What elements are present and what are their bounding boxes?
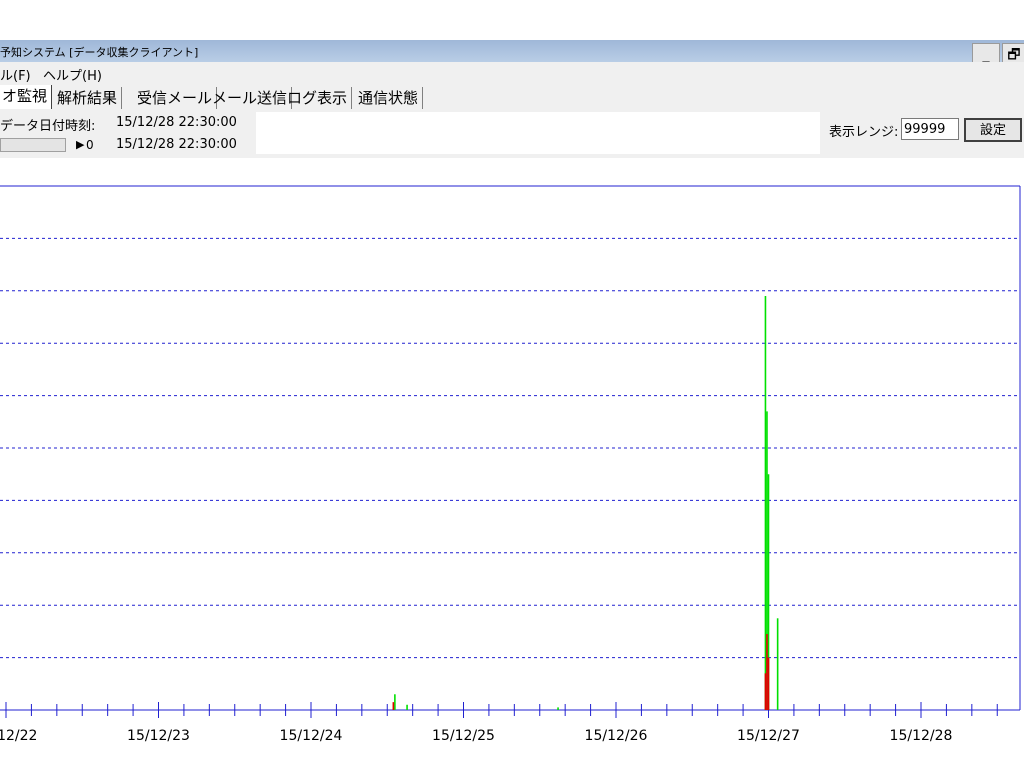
window-title: 予知システム [データ収集クライアント] bbox=[0, 46, 199, 59]
chart-layer: 15/12/22 15/12/23 15/12/24 15/12/25 15/12/26… bbox=[0, 185, 1021, 744]
tab-log-view[interactable]: ログ表示 bbox=[285, 87, 353, 109]
display-range-input[interactable] bbox=[901, 118, 959, 140]
time-slider[interactable] bbox=[0, 138, 66, 152]
x-tick-label: 15/12/27 bbox=[737, 728, 800, 744]
x-tick-label: 15/12/22 bbox=[0, 728, 37, 744]
set-button[interactable]: 設定 bbox=[964, 118, 1022, 142]
x-tick-label: 15/12/24 bbox=[280, 728, 343, 744]
tab-received-mail[interactable]: 受信メール bbox=[135, 87, 218, 109]
restore-icon: 🗗 bbox=[1007, 47, 1021, 63]
x-tick-label: 15/12/25 bbox=[432, 728, 495, 744]
slider-arrow-icon[interactable]: ▶ bbox=[76, 138, 84, 151]
x-tick-label: 15/12/28 bbox=[890, 728, 953, 744]
minimize-icon: _ bbox=[982, 47, 990, 63]
info-inner: データ日付時刻: 15/12/28 22:30:00 15/12/28 22:3… bbox=[0, 112, 256, 154]
tab-connection-status[interactable]: 通信状態 bbox=[356, 87, 424, 109]
datetime-value-2: 15/12/28 22:30:00 bbox=[116, 137, 237, 152]
menu-help[interactable]: ヘルプ(H) bbox=[43, 65, 102, 84]
x-tick-label: 15/12/23 bbox=[127, 728, 190, 744]
x-tick-label: 15/12/26 bbox=[585, 728, 648, 744]
tab-bar: オ監視 解析結果 受信メール メール送信 ログ表示 通信状態 bbox=[0, 84, 1024, 110]
menu-bar: ル(F) ヘルプ(H) bbox=[0, 62, 1024, 84]
chart-area: 15/12/22 15/12/23 15/12/24 15/12/25 15/12/26… bbox=[0, 185, 1021, 744]
slider-value: 0 bbox=[86, 138, 94, 152]
datetime-label: データ日付時刻: bbox=[0, 119, 96, 134]
tab-monitor[interactable]: オ監視 bbox=[0, 85, 53, 109]
tab-analysis-results[interactable]: 解析結果 bbox=[55, 87, 123, 109]
title-bar: 予知システム [データ収集クライアント] bbox=[0, 40, 1024, 62]
info-panel: データ日付時刻: 15/12/28 22:30:00 15/12/28 22:3… bbox=[0, 112, 820, 154]
tab-send-mail[interactable]: メール送信 bbox=[210, 87, 293, 109]
menu-file[interactable]: ル(F) bbox=[0, 65, 31, 84]
display-range-label: 表示レンジ: bbox=[829, 125, 899, 140]
datetime-value-1: 15/12/28 22:30:00 bbox=[116, 115, 237, 130]
